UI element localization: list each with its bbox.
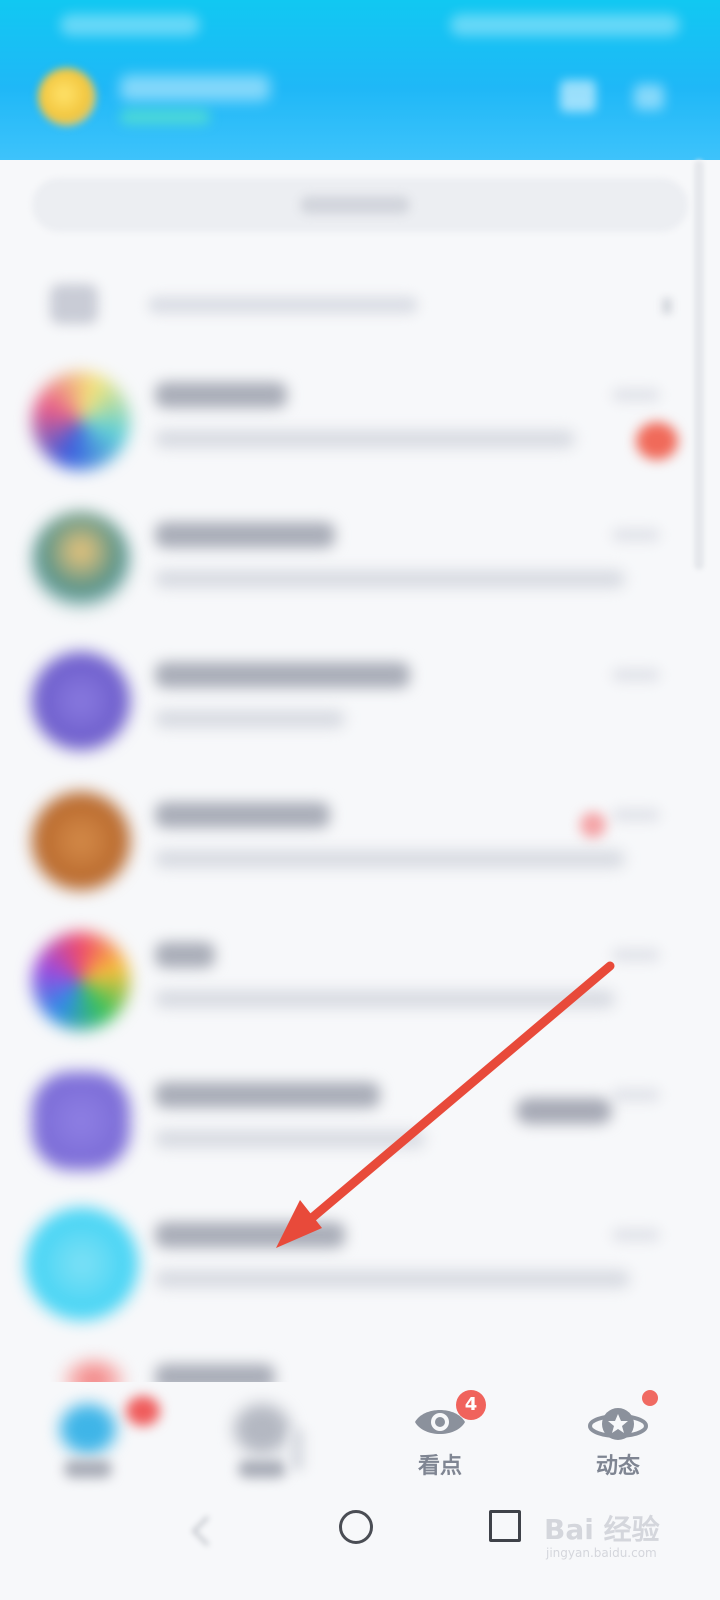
annotation-arrow bbox=[276, 961, 615, 1248]
